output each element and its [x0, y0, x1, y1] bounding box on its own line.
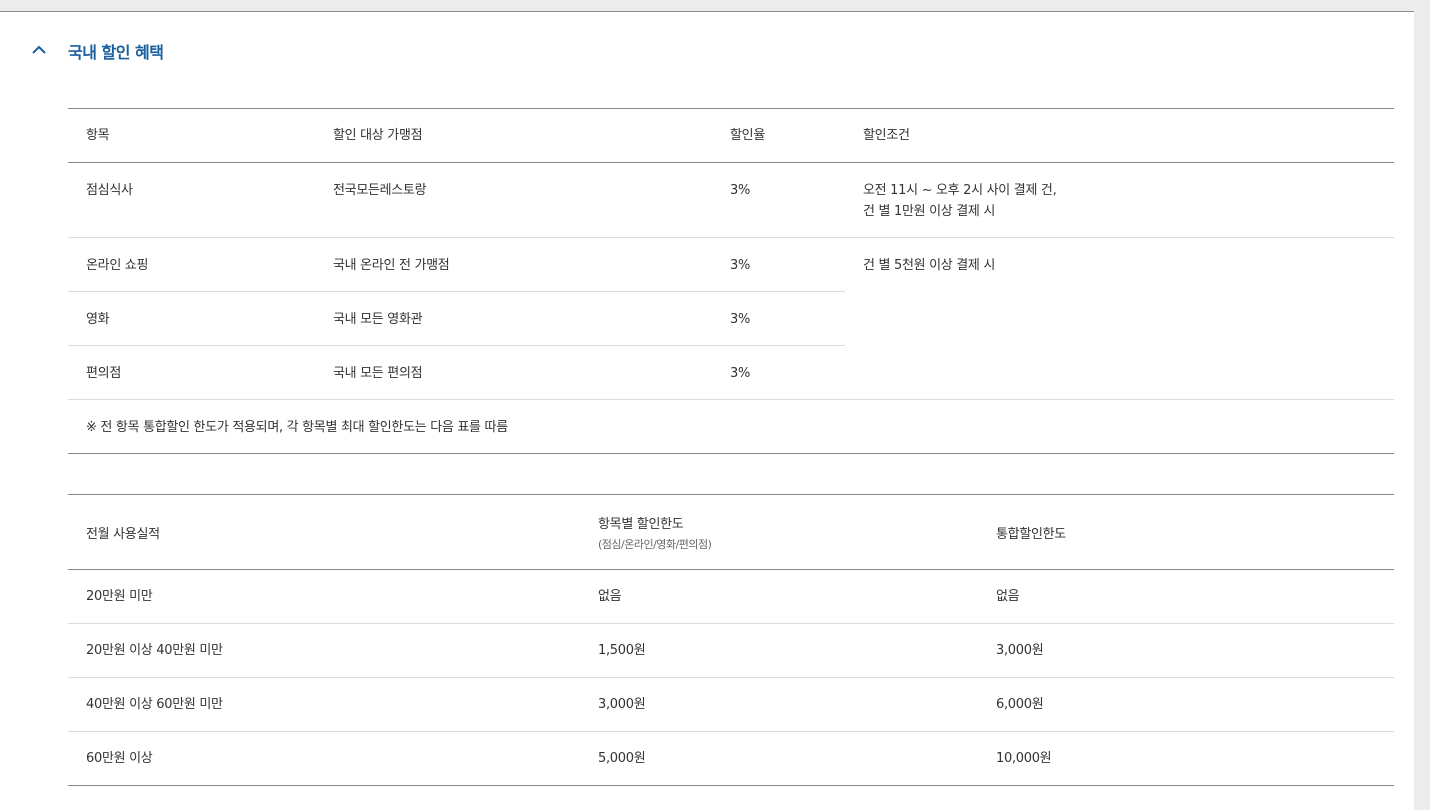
header-rate: 할인율 — [712, 108, 845, 163]
rate-cell: 3% — [712, 237, 845, 292]
usage-cell: 20만원 미만 — [68, 569, 580, 624]
per-item-limit-cell: 5,000원 — [598, 751, 646, 766]
total-limit-cell: 없음 — [978, 569, 1394, 624]
benefit-panel: 국내 할인 혜택 항목 할인 대상 가맹점 할인율 할인조건 점심식사 전국모든… — [0, 11, 1414, 810]
header-per-item-sub: (점심/온라인/영화/편의점) — [598, 537, 712, 551]
header-item: 항목 — [68, 108, 315, 163]
merchant-cell: 국내 온라인 전 가맹점 — [315, 237, 712, 292]
rate-cell: 3% — [712, 162, 845, 238]
total-limit-cell: 10,000원 — [996, 751, 1052, 766]
merchant-cell: 전국모든레스토랑 — [315, 162, 712, 238]
condition-cell: 건 별 5천원 이상 결제 시 — [845, 237, 1394, 400]
condition-line: 오전 11시 ~ 오후 2시 사이 결제 건, — [863, 183, 1057, 198]
rate-cell: 3% — [712, 345, 845, 400]
item-cell: 편의점 — [68, 345, 315, 400]
section-toggle-header[interactable]: 국내 할인 혜택 — [0, 12, 1414, 87]
per-item-limit-cell: 3,000원 — [580, 677, 978, 732]
chevron-up-icon[interactable] — [30, 41, 48, 59]
usage-cell: 20만원 이상 40만원 미만 — [68, 623, 580, 678]
header-per-item-limit: 항목별 할인한도 (점심/온라인/영화/편의점) — [580, 494, 978, 570]
table-note-row: ※ 전 항목 통합할인 한도가 적용되며, 각 항목별 최대 할인한도는 다음 … — [68, 400, 1394, 454]
item-cell: 영화 — [68, 291, 315, 346]
condition-line: 건 별 1만원 이상 결제 시 — [863, 204, 996, 219]
total-limit-cell: 3,000원 — [978, 623, 1394, 678]
total-limit-cell: 6,000원 — [978, 677, 1394, 732]
benefit-table-header-row: 항목 할인 대상 가맹점 할인율 할인조건 — [68, 108, 1394, 163]
per-item-limit-cell: 없음 — [580, 569, 978, 624]
item-cell: 온라인 쇼핑 — [68, 237, 315, 292]
header-total-limit: 통합할인한도 — [978, 494, 1394, 570]
table-row: 점심식사 전국모든레스토랑 3% 오전 11시 ~ 오후 2시 사이 결제 건,… — [68, 162, 1394, 238]
per-item-limit-cell: 1,500원 — [580, 623, 978, 678]
table-row: 20만원 이상 40만원 미만 1,500원 3,000원 — [68, 623, 1394, 678]
benefit-table: 항목 할인 대상 가맹점 할인율 할인조건 점심식사 전국모든레스토랑 3% 오… — [68, 108, 1394, 454]
table-row: 20만원 미만 없음 없음 — [68, 569, 1394, 624]
header-per-item-label: 항목별 할인한도 — [598, 516, 684, 532]
merchant-cell: 국내 모든 편의점 — [315, 345, 712, 400]
limit-table-header-row: 전월 사용실적 항목별 할인한도 (점심/온라인/영화/편의점) 통합할인한도 — [68, 494, 1394, 570]
header-condition: 할인조건 — [845, 108, 1394, 163]
condition-cell: 오전 11시 ~ 오후 2시 사이 결제 건, 건 별 1만원 이상 결제 시 — [845, 162, 1394, 238]
usage-cell: 60만원 이상 — [86, 751, 153, 766]
table-row: 40만원 이상 60만원 미만 3,000원 6,000원 — [68, 677, 1394, 732]
usage-cell: 40만원 이상 60만원 미만 — [68, 677, 580, 732]
header-usage: 전월 사용실적 — [68, 494, 580, 570]
table-row: 온라인 쇼핑 국내 온라인 전 가맹점 3% 건 별 5천원 이상 결제 시 — [68, 237, 1394, 400]
section-title: 국내 할인 혜택 — [68, 43, 164, 62]
merchant-cell: 국내 모든 영화관 — [315, 291, 712, 346]
table-row: 60만원 이상 5,000원 10,000원 — [68, 732, 1394, 786]
header-merchant: 할인 대상 가맹점 — [315, 108, 712, 163]
discount-limit-table: 전월 사용실적 항목별 할인한도 (점심/온라인/영화/편의점) 통합할인한도 … — [68, 494, 1394, 786]
rate-cell: 3% — [712, 291, 845, 346]
item-cell: 점심식사 — [68, 162, 315, 238]
table-note: ※ 전 항목 통합할인 한도가 적용되며, 각 항목별 최대 할인한도는 다음 … — [86, 420, 508, 435]
